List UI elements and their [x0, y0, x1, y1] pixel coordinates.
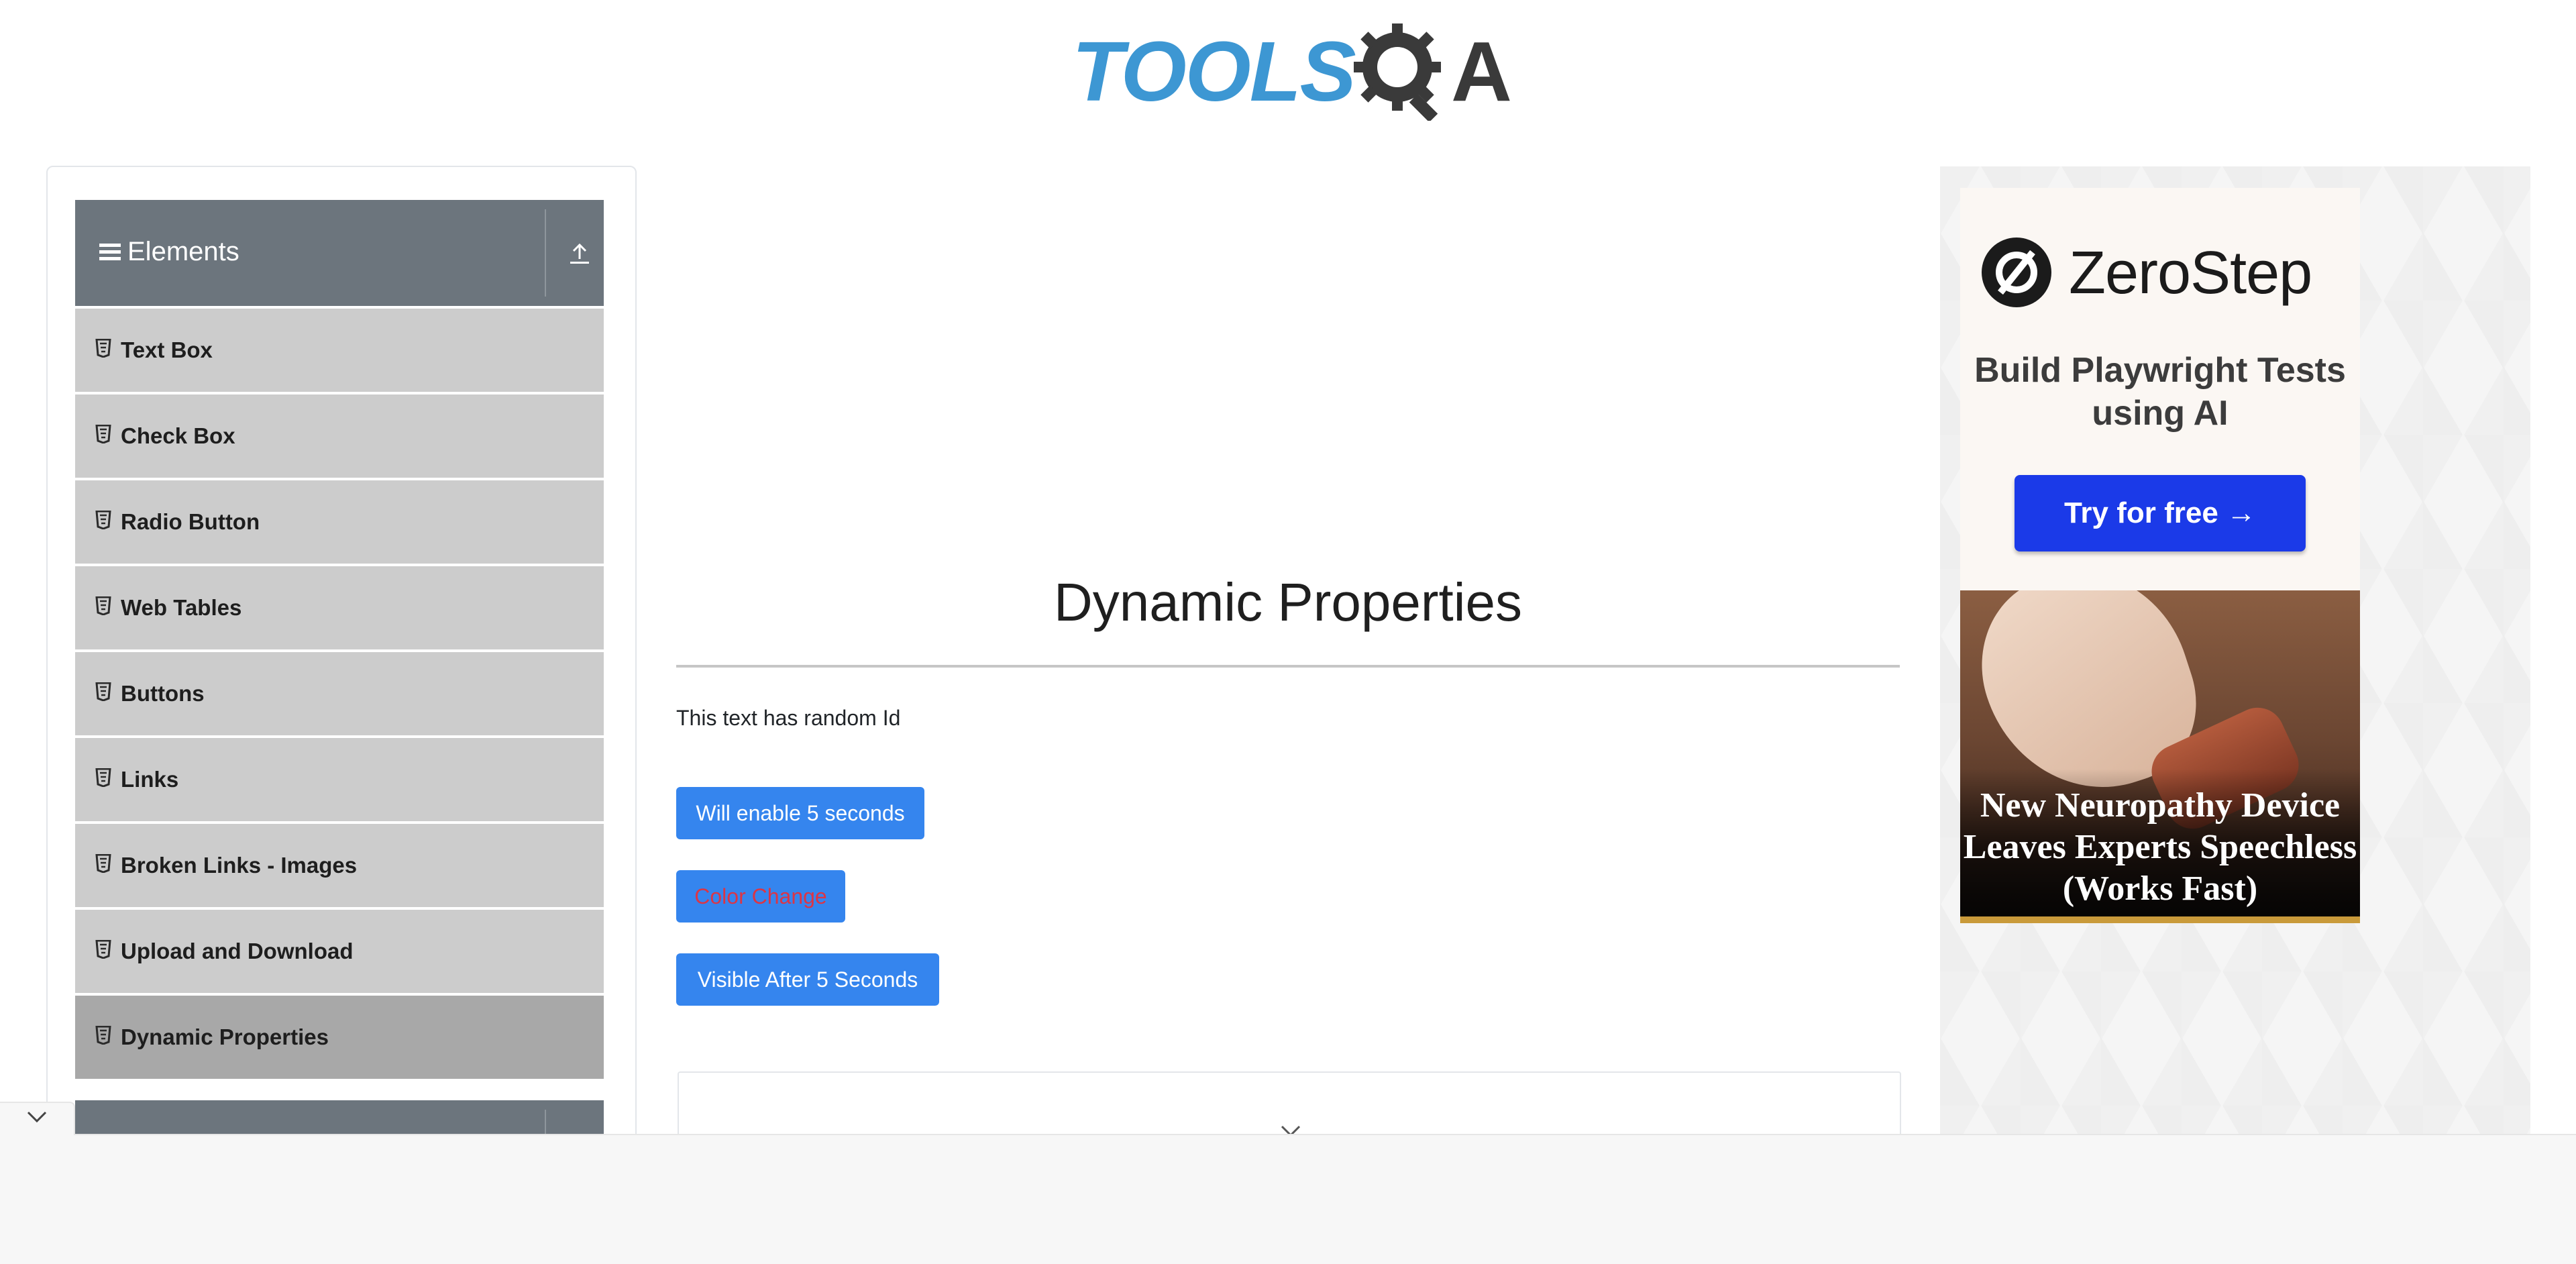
sidebar-item-label: Web Tables [121, 595, 242, 620]
html5-icon [95, 1026, 111, 1045]
chevron-down-icon [27, 1111, 47, 1123]
html5-icon [95, 339, 111, 358]
html5-icon [95, 596, 111, 615]
bottom-ad-strip [0, 1134, 2576, 1264]
sidebar-item-links[interactable]: Links [75, 738, 604, 824]
sidebar-item-web-tables[interactable]: Web Tables [75, 566, 604, 652]
gear-magnifier-icon [1354, 23, 1441, 121]
sidebar-item-label: Dynamic Properties [121, 1024, 329, 1049]
ad-headline: New Neuropathy Device Leaves Experts Spe… [1963, 786, 2357, 908]
ad-tagline: Build Playwright Tests using AI [1974, 351, 2346, 433]
visible-after-button[interactable]: Visible After 5 Seconds [676, 953, 939, 1006]
toolsqa-logo[interactable]: TOOLS A [1072, 20, 1512, 121]
sidebar-item-text-box[interactable]: Text Box [75, 309, 604, 394]
logo-text: TOOLS [1072, 24, 1356, 119]
top-ad-placeholder [678, 168, 1898, 503]
site-header: TOOLS A [0, 0, 2576, 148]
title-divider [676, 665, 1900, 668]
enable-after-button[interactable]: Will enable 5 seconds [676, 787, 924, 839]
html5-icon [95, 940, 111, 959]
sidebar-item-check-box[interactable]: Check Box [75, 394, 604, 480]
color-change-button[interactable]: Color Change [676, 870, 845, 923]
group-header-elements[interactable]: Elements [75, 200, 604, 306]
html5-icon [95, 768, 111, 787]
html5-icon [95, 425, 111, 443]
ad-brand: ZeroStep [1980, 236, 2312, 312]
collapse-up-icon[interactable] [568, 242, 591, 264]
hamburger-icon [99, 244, 121, 260]
sidebar-item-broken-links[interactable]: Broken Links - Images [75, 824, 604, 910]
header-divider [545, 209, 546, 297]
sidebar-item-label: Check Box [121, 423, 235, 448]
sidebar-item-buttons[interactable]: Buttons [75, 652, 604, 738]
bottom-strip-toggle[interactable] [0, 1102, 75, 1135]
sidebar-item-label: Links [121, 767, 179, 792]
sidebar-item-label: Broken Links - Images [121, 853, 358, 878]
ad-accent-bar [1960, 916, 2360, 923]
ad-photo[interactable]: New Neuropathy Device Leaves Experts Spe… [1960, 590, 2360, 923]
sidebar-item-label: Upload and Download [121, 939, 354, 963]
sidebar-item-radio-button[interactable]: Radio Button [75, 480, 604, 566]
random-id-text: This text has random Id [676, 706, 901, 730]
html5-icon [95, 682, 111, 701]
sidebar-item-dynamic-properties[interactable]: Dynamic Properties [75, 996, 604, 1082]
html5-icon [95, 511, 111, 529]
group-title: Elements [127, 237, 239, 266]
page-title: Dynamic Properties [1053, 572, 1522, 632]
html5-icon [95, 854, 111, 873]
sidebar-item-label: Text Box [121, 337, 213, 362]
zerostep-logo-icon [1982, 238, 2051, 307]
sidebar-item-label: Radio Button [121, 509, 260, 534]
sidebar-item-upload-download[interactable]: Upload and Download [75, 910, 604, 996]
ad-brand-name: ZeroStep [2069, 240, 2312, 307]
ad-cta-button[interactable]: Try for free → [2015, 475, 2306, 551]
logo-suffix: A [1451, 24, 1512, 119]
sidebar-item-label: Buttons [121, 681, 205, 706]
